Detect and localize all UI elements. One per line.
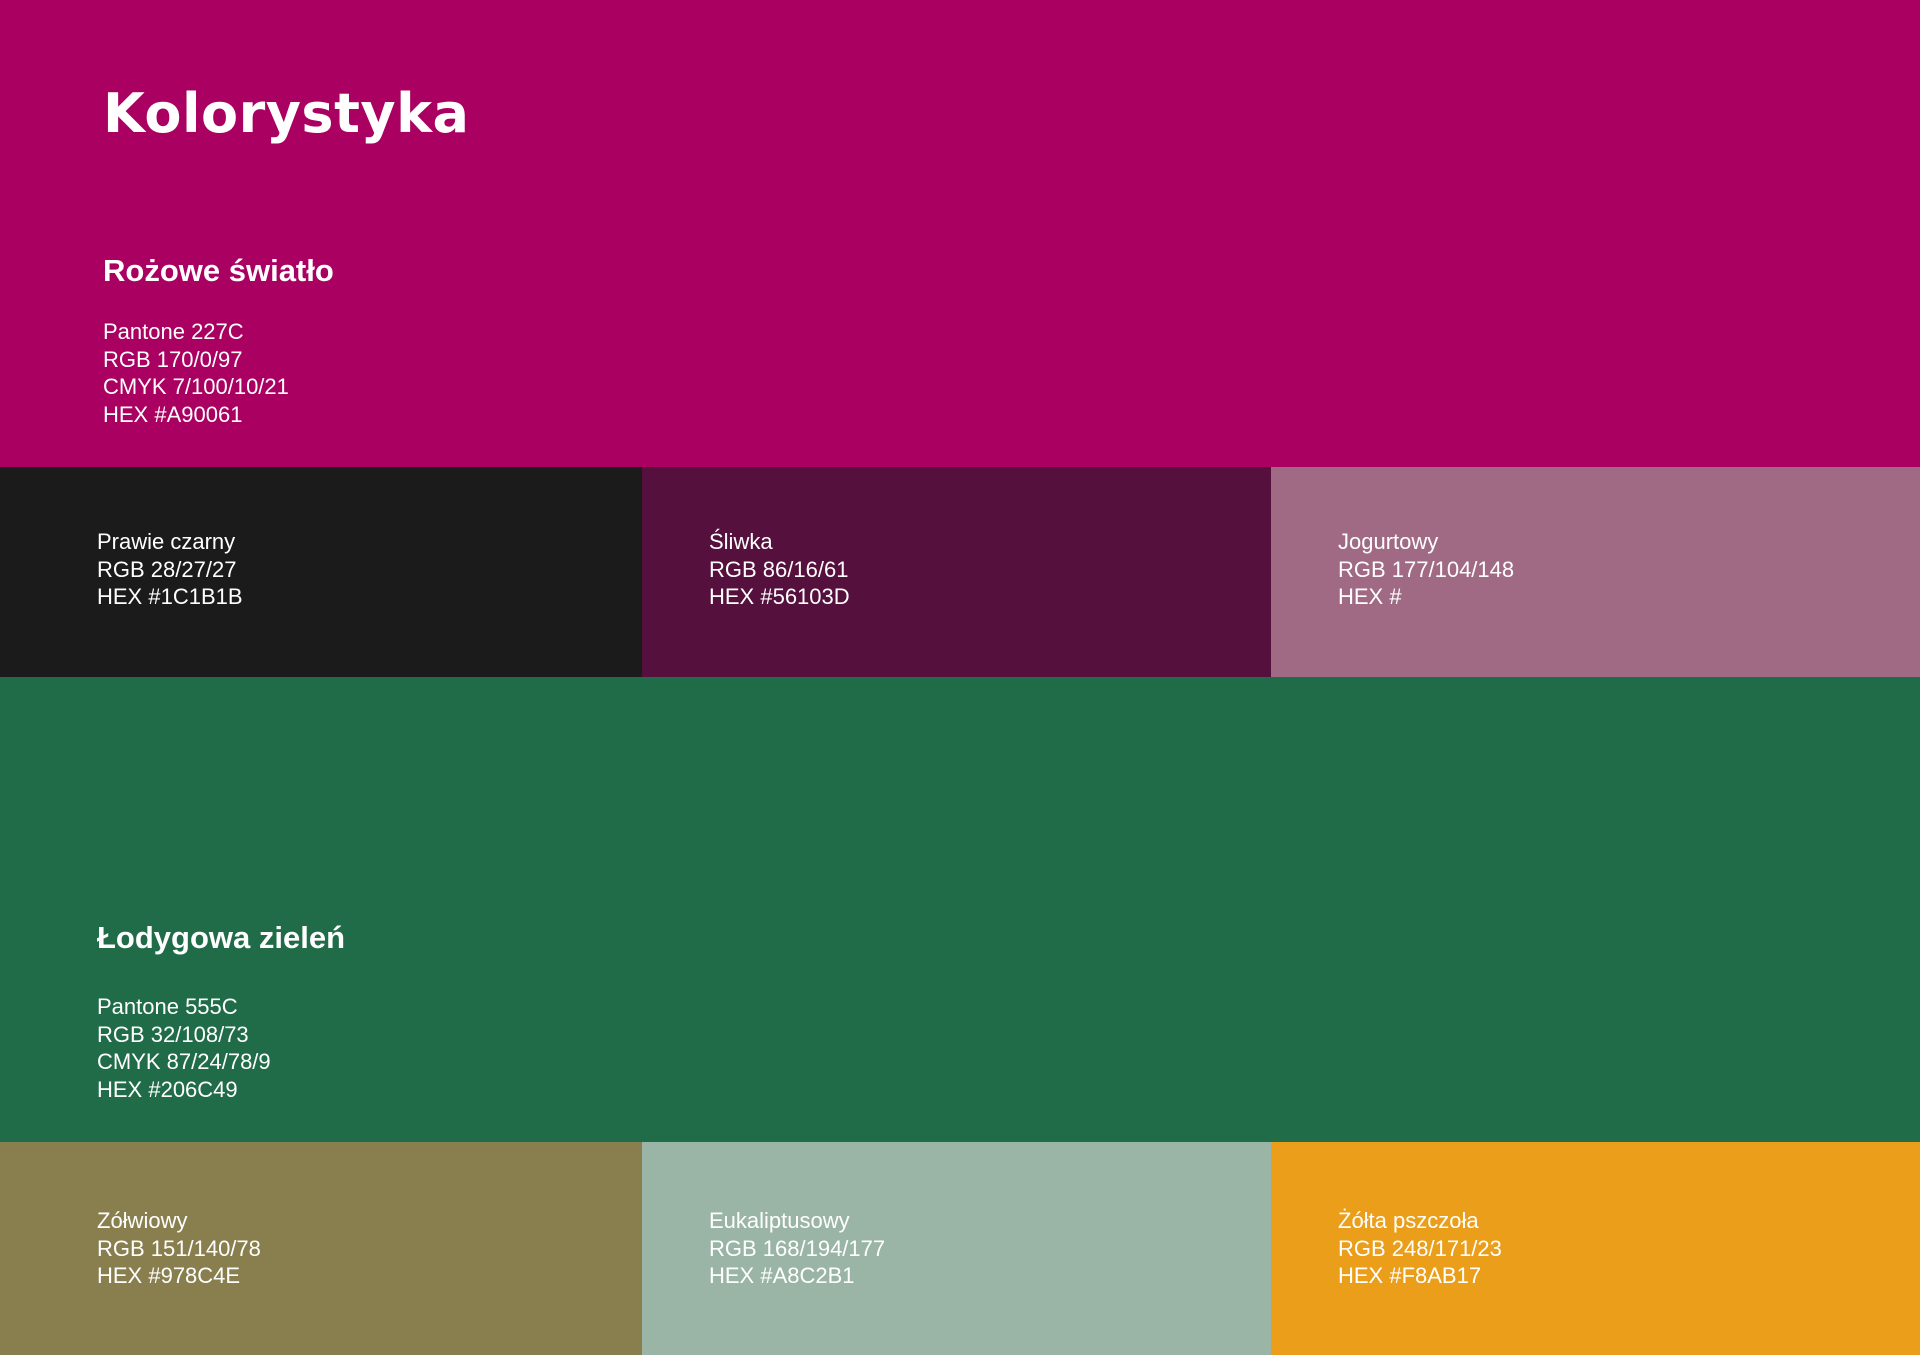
primary-color-block: Kolorystyka Rożowe światło Pantone 227C … [0, 0, 1920, 467]
swatch-prawie-czarny: Prawie czarny RGB 28/27/27 HEX #1C1B1B [0, 467, 642, 677]
secondary-color-specs: Pantone 555C RGB 32/108/73 CMYK 87/24/78… [97, 993, 271, 1103]
hex-value: HEX #A90061 [103, 401, 243, 427]
rgb-value: RGB 168/194/177 [709, 1235, 886, 1261]
hex-value: HEX #56103D [709, 584, 850, 609]
swatch-name: Prawie czarny [97, 529, 236, 554]
swatch-eukaliptusowy: Eukaliptusowy RGB 168/194/177 HEX #A8C2B… [642, 1142, 1271, 1355]
rgb-value: RGB 28/27/27 [97, 556, 237, 582]
hex-value: HEX #A8C2B1 [709, 1263, 855, 1288]
rgb-value: RGB 170/0/97 [103, 346, 243, 372]
rgb-value: RGB 248/171/23 [1338, 1235, 1502, 1261]
swatch-name: Żółta pszczoła [1338, 1208, 1479, 1233]
cmyk-value: CMYK 7/100/10/21 [103, 374, 289, 399]
hex-value: HEX #978C4E [97, 1263, 241, 1288]
primary-color-name: Rożowe światło [103, 253, 334, 288]
hex-value: HEX #1C1B1B [97, 584, 243, 609]
cmyk-value: CMYK 87/24/78/9 [97, 1049, 271, 1074]
secondary-color-name: Łodygowa zieleń [97, 920, 346, 955]
swatch-name: Jogurtowy [1338, 529, 1439, 554]
hex-value: HEX #F8AB17 [1338, 1263, 1482, 1288]
swatch-zolta-pszczola: Żółta pszczoła RGB 248/171/23 HEX #F8AB1… [1271, 1142, 1920, 1355]
swatch-zolwiowy: Zółwiowy RGB 151/140/78 HEX #978C4E [0, 1142, 642, 1355]
swatch-name: Eukaliptusowy [709, 1208, 850, 1233]
page-title: Kolorystyka [103, 82, 470, 145]
rgb-value: RGB 32/108/73 [97, 1021, 249, 1047]
secondary-color-block: Łodygowa zieleń Pantone 555C RGB 32/108/… [0, 677, 1920, 1142]
rgb-value: RGB 151/140/78 [97, 1235, 261, 1261]
swatch-sliwka: Śliwka RGB 86/16/61 HEX #56103D [642, 467, 1271, 677]
swatch-jogurtowy: Jogurtowy RGB 177/104/148 HEX # [1271, 467, 1920, 677]
swatch-name: Zółwiowy [97, 1208, 188, 1233]
primary-color-specs: Pantone 227C RGB 170/0/97 CMYK 7/100/10/… [103, 318, 289, 428]
rgb-value: RGB 177/104/148 [1338, 556, 1515, 582]
pantone-value: Pantone 555C [97, 994, 238, 1019]
hex-value: HEX # [1338, 584, 1402, 609]
rgb-value: RGB 86/16/61 [709, 556, 849, 582]
hex-value: HEX #206C49 [97, 1076, 238, 1102]
swatch-name: Śliwka [709, 529, 773, 554]
color-palette-page: Kolorystyka Rożowe światło Pantone 227C … [0, 0, 1920, 1355]
pantone-value: Pantone 227C [103, 319, 244, 344]
